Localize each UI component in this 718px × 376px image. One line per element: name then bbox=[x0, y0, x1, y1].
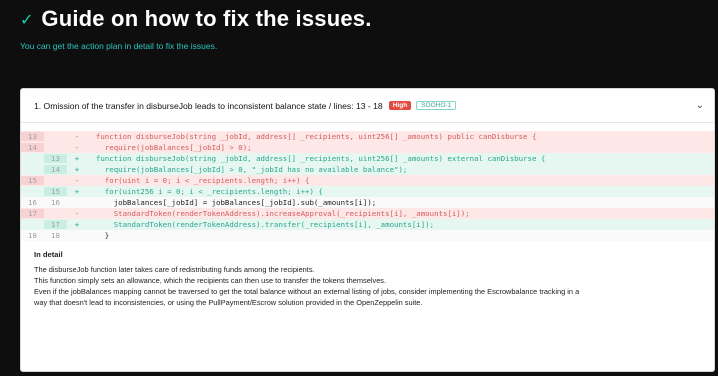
new-line-number: 14 bbox=[44, 165, 67, 174]
new-line-number: 13 bbox=[44, 154, 67, 163]
diff-sign: - bbox=[74, 176, 80, 185]
diff-sign: - bbox=[74, 132, 80, 141]
code-text: for(uint256 i = 0; i < _recipients.lengt… bbox=[87, 187, 323, 196]
old-line-number: 14 bbox=[21, 143, 44, 152]
detail-line: way that doesn't lead to inconsistencies… bbox=[34, 298, 423, 307]
code-text: StandardToken(renderTokenAddress).increa… bbox=[87, 209, 470, 218]
old-line-number: 15 bbox=[21, 176, 44, 185]
code-text: function disburseJob(string _jobId, addr… bbox=[87, 132, 537, 141]
diff-sign: + bbox=[74, 187, 80, 196]
code-text: function disburseJob(string _jobId, addr… bbox=[87, 154, 546, 163]
code-line: 17 - StandardToken(renderTokenAddress).in… bbox=[21, 208, 714, 219]
code-line: 17 + StandardToken(renderTokenAddress).tr… bbox=[21, 219, 714, 230]
code-line: 15 - for(uint i = 0; i < _recipients.leng… bbox=[21, 175, 714, 186]
page-subtitle: You can get the action plan in detail to… bbox=[20, 41, 218, 51]
issue-card: 1. Omission of the transfer in disburseJ… bbox=[20, 88, 715, 372]
diff-sign: + bbox=[74, 165, 80, 174]
code-text: jobBalances[_jobId] = jobBalances[_jobId… bbox=[87, 198, 377, 207]
code-line: 14 - require(jobBalances[_jobId] > 0); bbox=[21, 142, 714, 153]
page-header: ✓ Guide on how to fix the issues. bbox=[20, 6, 372, 32]
code-text: require(jobBalances[_jobId] > 0); bbox=[87, 143, 252, 152]
code-id-badge: SOOHO-1 bbox=[416, 101, 457, 110]
code-line: 15 + for(uint256 i = 0; i < _recipients.l… bbox=[21, 186, 714, 197]
detail-line: Even if the jobBalances mapping cannot b… bbox=[34, 287, 580, 296]
page-title: Guide on how to fix the issues. bbox=[41, 6, 372, 31]
old-line-number: 17 bbox=[21, 209, 44, 218]
chevron-down-icon[interactable]: ⌄ bbox=[696, 100, 704, 111]
detail-line: This function simply sets an allowance, … bbox=[34, 276, 387, 285]
severity-badge: High bbox=[388, 101, 412, 110]
code-line: 14 + require(jobBalances[_jobId] > 0, "_j… bbox=[21, 164, 714, 175]
code-diff: 13- function disburseJob(string _jobId, … bbox=[21, 131, 714, 241]
code-text: StandardToken(renderTokenAddress).transf… bbox=[87, 220, 435, 229]
diff-sign: + bbox=[74, 220, 80, 229]
new-line-number: 17 bbox=[44, 220, 67, 229]
code-line: 18 18 } bbox=[21, 230, 714, 241]
diff-sign: - bbox=[74, 209, 80, 218]
new-line-number: 18 bbox=[51, 231, 60, 240]
code-text: } bbox=[87, 231, 110, 240]
code-text: require(jobBalances[_jobId] > 0, "_jobId… bbox=[87, 165, 408, 174]
code-text: for(uint i = 0; i < _recipients.length; … bbox=[87, 176, 310, 185]
old-line-number: 16 bbox=[28, 198, 37, 207]
code-line: 13 + function disburseJob(string _jobId, … bbox=[21, 153, 714, 164]
code-line: 13 - function disburseJob(string _jobId, … bbox=[21, 131, 714, 142]
code-line: 16 16 jobBalances[_jobId] = jobBalances[_… bbox=[21, 197, 714, 208]
detail-section: In detail The disburseJob function later… bbox=[21, 241, 714, 308]
new-line-number: 16 bbox=[51, 198, 60, 207]
diff-sign: + bbox=[74, 154, 80, 163]
detail-heading: In detail bbox=[34, 250, 63, 259]
issue-header[interactable]: 1. Omission of the transfer in disburseJ… bbox=[21, 89, 714, 123]
new-line-number: 15 bbox=[44, 187, 67, 196]
old-line-number: 18 bbox=[28, 231, 37, 240]
check-icon: ✓ bbox=[20, 9, 34, 29]
old-line-number: 13 bbox=[21, 132, 44, 141]
issue-title: 1. Omission of the transfer in disburseJ… bbox=[34, 100, 383, 111]
detail-line: The disburseJob function later takes car… bbox=[34, 265, 315, 274]
diff-sign: - bbox=[74, 143, 80, 152]
